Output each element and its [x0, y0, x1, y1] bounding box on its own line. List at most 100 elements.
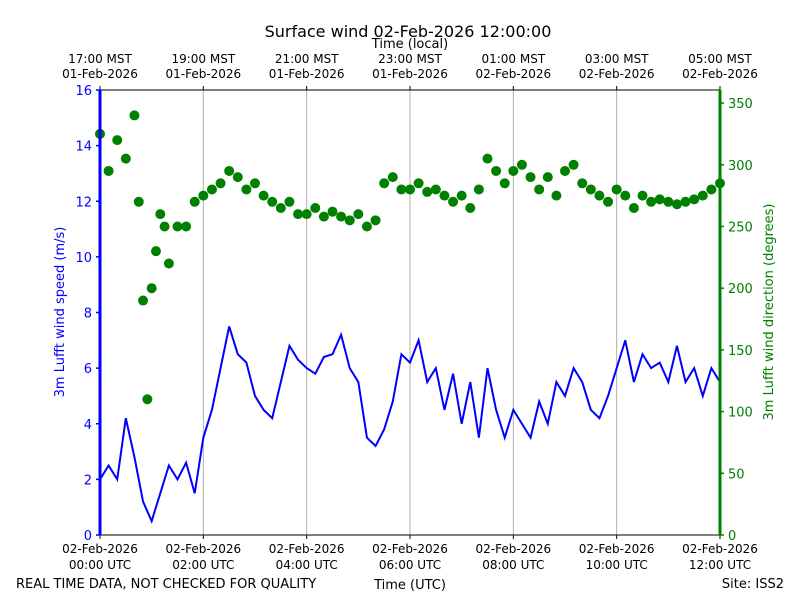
direction-point — [163, 258, 174, 269]
top-tick-label-date: 01-Feb-2026 — [62, 67, 138, 81]
direction-point — [189, 196, 200, 207]
top-tick-label-date: 01-Feb-2026 — [165, 67, 241, 81]
x-tick-label-time: 12:00 UTC — [689, 558, 751, 572]
x-tick-label-date: 02-Feb-2026 — [475, 542, 551, 556]
direction-point — [284, 196, 295, 207]
direction-point — [155, 209, 166, 220]
direction-point — [491, 165, 502, 176]
direction-point — [499, 178, 510, 189]
left-y-tick-label: 0 — [84, 529, 92, 544]
x-tick-label-time: 00:00 UTC — [69, 558, 131, 572]
direction-point — [637, 190, 648, 201]
top-tick-label-time: 23:00 MST — [378, 52, 442, 66]
x-tick-label-date: 02-Feb-2026 — [165, 542, 241, 556]
top-tick-label-date: 01-Feb-2026 — [269, 67, 345, 81]
direction-point — [250, 178, 260, 189]
direction-point — [379, 178, 390, 189]
x-tick-label-time: 02:00 UTC — [172, 558, 234, 572]
direction-point — [318, 211, 329, 222]
direction-point — [215, 178, 226, 189]
top-tick-label-date: 02-Feb-2026 — [682, 67, 758, 81]
top-tick-label-time: 17:00 MST — [68, 52, 132, 66]
direction-point — [560, 165, 570, 176]
top-tick-label-time: 21:00 MST — [275, 52, 339, 66]
direction-point — [275, 202, 286, 213]
direction-point — [120, 153, 131, 164]
direction-point — [405, 184, 415, 195]
direction-point — [439, 190, 450, 201]
direction-point — [465, 202, 476, 213]
direction-point — [671, 199, 682, 210]
direction-point — [646, 196, 657, 207]
direction-point — [232, 172, 243, 183]
direction-point — [585, 184, 596, 195]
direction-point — [568, 159, 579, 170]
x-tick-label-date: 02-Feb-2026 — [579, 542, 655, 556]
direction-point — [258, 190, 269, 201]
top-tick-label-time: 05:00 MST — [688, 52, 752, 66]
left-y-tick-label: 10 — [75, 251, 92, 266]
direction-point — [206, 184, 217, 195]
right-y-tick-label: 350 — [728, 97, 753, 112]
direction-point — [112, 135, 123, 146]
top-tick-label-date: 01-Feb-2026 — [372, 67, 448, 81]
direction-point — [430, 184, 441, 195]
x-tick-label-time: 08:00 UTC — [482, 558, 544, 572]
direction-point — [508, 165, 519, 176]
top-tick-label-time: 03:00 MST — [585, 52, 649, 66]
direction-point — [516, 159, 527, 170]
direction-point — [336, 211, 347, 222]
direction-point — [241, 184, 252, 195]
left-y-tick-label: 12 — [75, 195, 92, 210]
right-y-tick-label: 50 — [728, 467, 745, 482]
direction-point — [370, 215, 381, 226]
direction-point — [482, 153, 493, 164]
direction-point — [198, 190, 209, 201]
x-tick-label-date: 02-Feb-2026 — [269, 542, 345, 556]
direction-point — [654, 194, 665, 205]
left-axis-label: 3m Lufft wind speed (m/s) — [53, 227, 68, 398]
direction-point — [413, 178, 424, 189]
direction-point — [327, 206, 338, 217]
direction-point — [172, 221, 183, 232]
direction-point — [525, 172, 536, 183]
direction-point — [224, 165, 235, 176]
direction-point — [146, 283, 157, 294]
x-axis-label: Time (UTC) — [373, 578, 446, 593]
top-tick-label-time: 19:00 MST — [171, 52, 235, 66]
direction-point — [448, 196, 459, 207]
direction-point — [542, 172, 553, 183]
direction-point — [267, 196, 278, 207]
direction-point — [628, 202, 639, 213]
direction-point — [181, 221, 192, 232]
direction-point — [361, 221, 372, 232]
direction-point — [353, 209, 364, 220]
direction-point — [534, 184, 545, 195]
direction-point — [138, 295, 149, 306]
x-tick-label-time: 04:00 UTC — [276, 558, 338, 572]
top-tick-label-time: 01:00 MST — [481, 52, 545, 66]
direction-point — [396, 184, 407, 195]
direction-point — [159, 221, 170, 232]
direction-point — [456, 190, 467, 201]
x-tick-label-date: 02-Feb-2026 — [682, 542, 758, 556]
direction-point — [620, 190, 631, 201]
left-y-tick-label: 16 — [75, 84, 92, 99]
direction-point — [129, 110, 140, 121]
direction-point — [344, 215, 355, 226]
right-y-tick-label: 300 — [728, 159, 753, 174]
direction-point — [697, 190, 708, 201]
direction-point — [422, 186, 433, 197]
direction-point — [103, 165, 114, 176]
direction-point — [689, 194, 700, 205]
left-y-tick-label: 8 — [84, 307, 92, 322]
top-tick-label-date: 02-Feb-2026 — [579, 67, 655, 81]
direction-point — [150, 246, 161, 257]
x-tick-label-time: 10:00 UTC — [586, 558, 648, 572]
direction-point — [663, 196, 674, 207]
direction-point — [133, 196, 144, 207]
direction-point — [551, 190, 562, 201]
direction-point — [387, 172, 398, 183]
grid-lines — [202, 90, 618, 535]
direction-point — [611, 184, 622, 195]
